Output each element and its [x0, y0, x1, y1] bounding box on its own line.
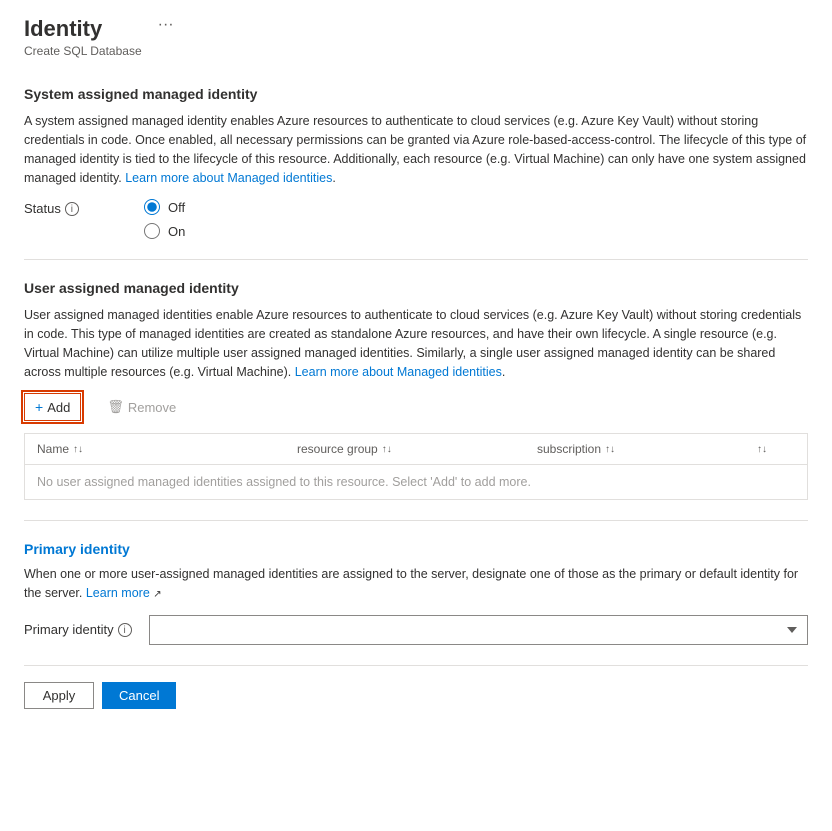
- primary-identity-title: Primary identity: [24, 541, 808, 557]
- table-header: Name ↑↓ resource group ↑↓ subscription ↑…: [25, 434, 807, 465]
- section-divider-1: [24, 259, 808, 260]
- add-button[interactable]: + Add: [24, 393, 81, 421]
- user-assigned-learn-more-link[interactable]: Learn more about Managed identities: [295, 365, 502, 379]
- system-assigned-title: System assigned managed identity: [24, 86, 808, 102]
- system-assigned-section: System assigned managed identity A syste…: [24, 86, 808, 239]
- primary-identity-field-label: Primary identity i: [24, 622, 139, 637]
- remove-button[interactable]: 🗑 Remove: [97, 394, 186, 420]
- identity-table: Name ↑↓ resource group ↑↓ subscription ↑…: [24, 433, 808, 500]
- status-off-label: Off: [168, 200, 185, 215]
- remove-label: Remove: [128, 400, 176, 415]
- status-on-radio[interactable]: On: [144, 223, 185, 239]
- col-extra-sort-icon[interactable]: ↑↓: [757, 444, 767, 455]
- primary-identity-dropdown[interactable]: [149, 615, 808, 645]
- col-sub-sort-icon[interactable]: ↑↓: [605, 444, 615, 455]
- system-assigned-description: A system assigned managed identity enabl…: [24, 112, 808, 187]
- user-assigned-section: User assigned managed identity User assi…: [24, 280, 808, 500]
- primary-identity-learn-more-link[interactable]: Learn more: [86, 586, 150, 600]
- external-link-icon: ↗: [153, 589, 161, 600]
- system-assigned-learn-more-link[interactable]: Learn more about Managed identities: [125, 171, 332, 185]
- col-rg-label: resource group: [297, 442, 378, 456]
- primary-identity-info-icon[interactable]: i: [118, 623, 132, 637]
- footer-actions: Apply Cancel: [24, 682, 808, 709]
- col-subscription[interactable]: subscription ↑↓: [525, 434, 745, 464]
- col-resource-group[interactable]: resource group ↑↓: [285, 434, 525, 464]
- bottom-divider: [24, 665, 808, 666]
- user-assigned-description: User assigned managed identities enable …: [24, 306, 808, 381]
- col-sub-label: subscription: [537, 442, 601, 456]
- col-extra: ↑↓: [745, 434, 785, 464]
- user-assigned-title: User assigned managed identity: [24, 280, 808, 296]
- primary-identity-section: Primary identity When one or more user-a…: [24, 541, 808, 645]
- status-radio-group: Off On: [144, 199, 185, 239]
- page-title: Identity: [24, 16, 142, 42]
- cancel-button[interactable]: Cancel: [102, 682, 176, 709]
- primary-identity-description: When one or more user-assigned managed i…: [24, 565, 808, 603]
- col-name[interactable]: Name ↑↓: [25, 434, 285, 464]
- col-name-label: Name: [37, 442, 69, 456]
- trash-icon: 🗑: [107, 399, 124, 415]
- add-remove-toolbar: + Add 🗑 Remove: [24, 393, 808, 421]
- status-on-label: On: [168, 224, 185, 239]
- status-info-icon[interactable]: i: [65, 202, 79, 216]
- page-subtitle: Create SQL Database: [24, 44, 142, 58]
- more-options-icon[interactable]: ···: [158, 16, 174, 34]
- col-rg-sort-icon[interactable]: ↑↓: [382, 444, 392, 455]
- no-data-message: No user assigned managed identities assi…: [25, 465, 807, 499]
- primary-identity-label-text: Primary identity: [24, 622, 114, 637]
- primary-identity-row: Primary identity i: [24, 615, 808, 645]
- apply-button[interactable]: Apply: [24, 682, 94, 709]
- status-label: Status i: [24, 201, 84, 216]
- add-label: Add: [47, 400, 70, 415]
- col-name-sort-icon[interactable]: ↑↓: [73, 444, 83, 455]
- status-off-radio[interactable]: Off: [144, 199, 185, 215]
- plus-icon: +: [35, 399, 43, 415]
- section-divider-2: [24, 520, 808, 521]
